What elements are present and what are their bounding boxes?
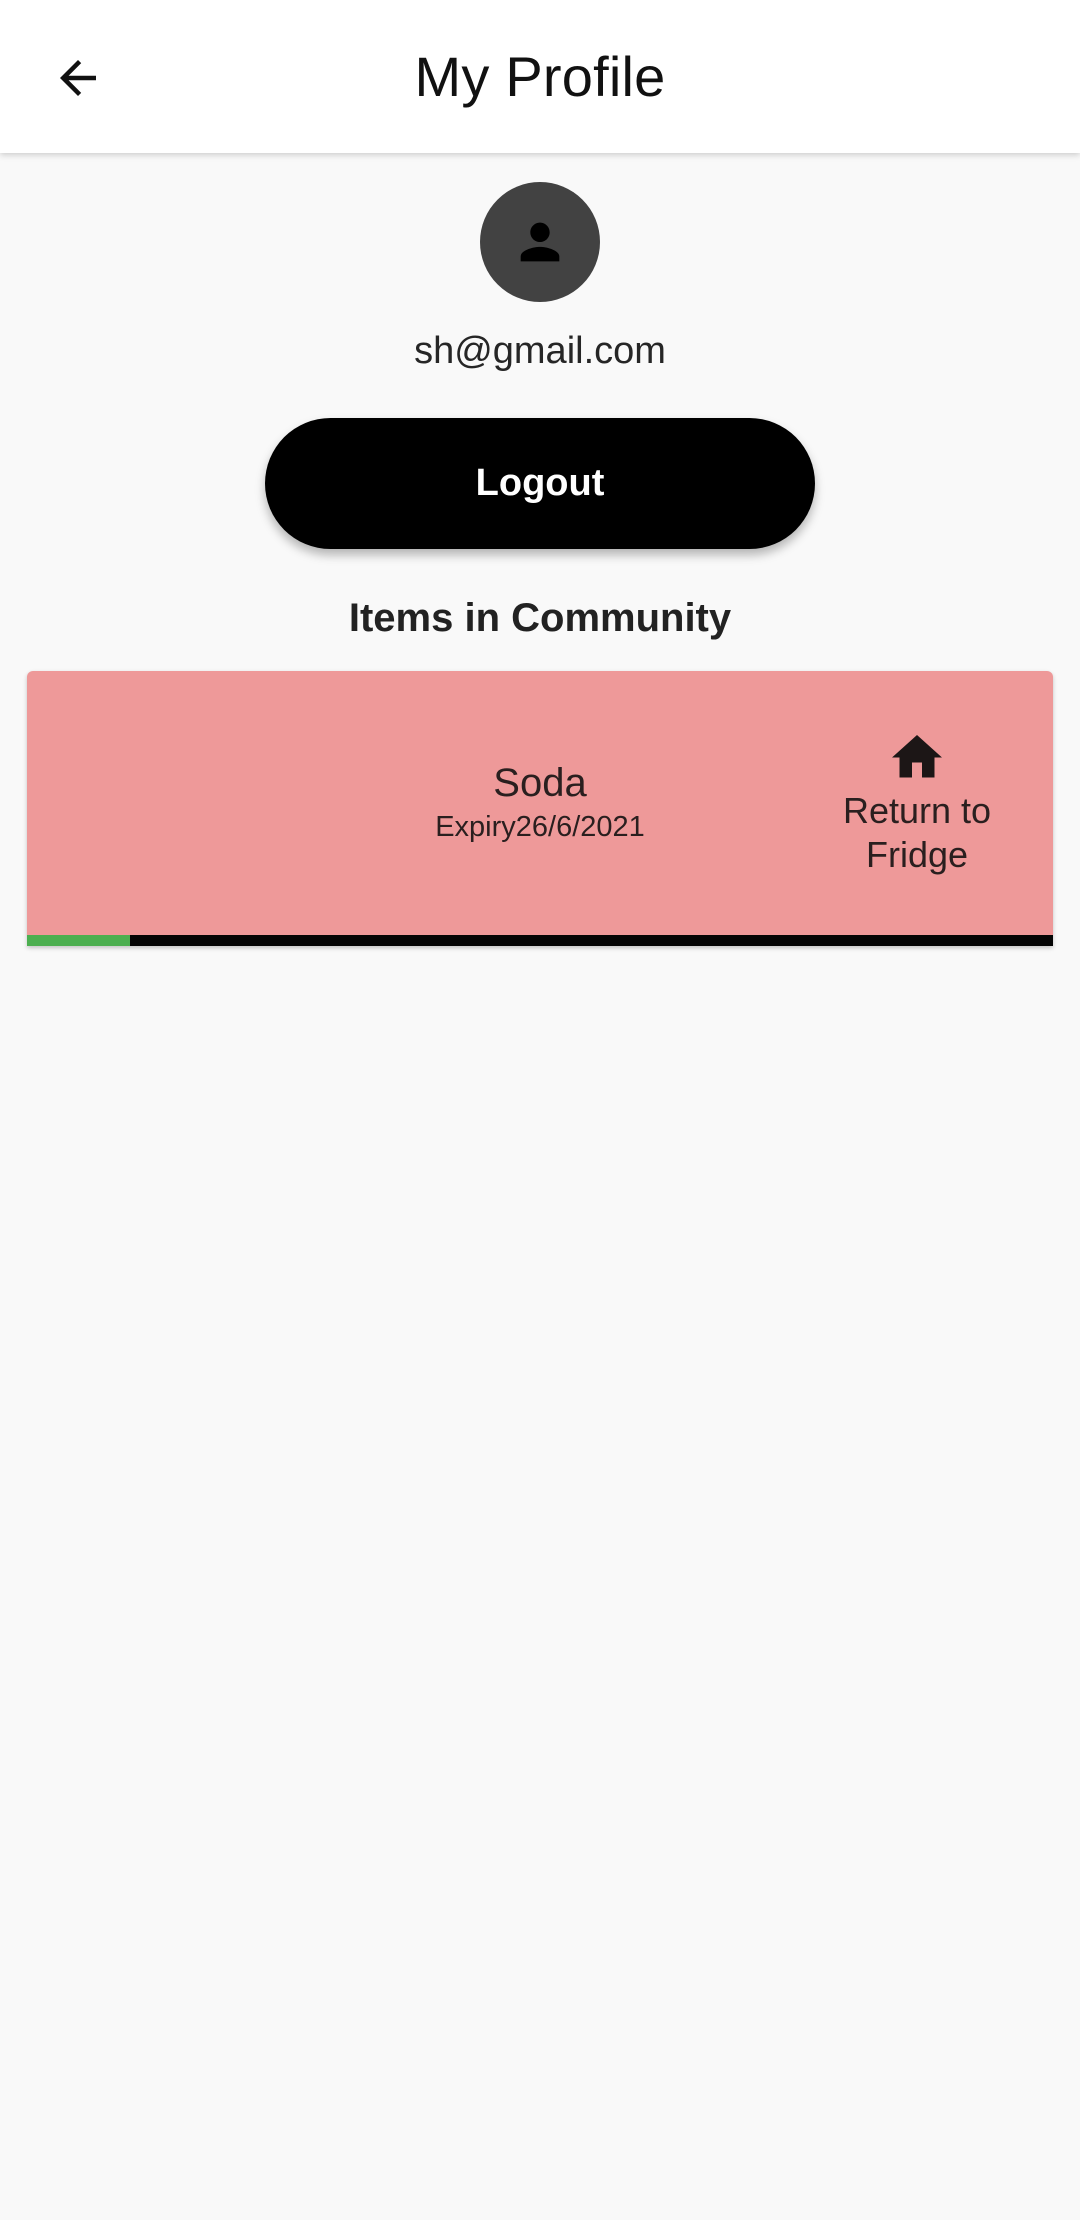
freshness-progress-fill bbox=[27, 935, 130, 946]
logout-button[interactable]: Logout bbox=[265, 418, 815, 549]
person-icon bbox=[520, 222, 560, 262]
profile-screen: My Profile sh@gmail.com Logout Items in … bbox=[0, 0, 1080, 2220]
avatar bbox=[480, 182, 600, 302]
return-to-fridge-label: Return to Fridge bbox=[842, 790, 992, 875]
return-to-fridge-button[interactable]: Return to Fridge bbox=[817, 727, 1017, 887]
section-title-community-items: Items in Community bbox=[348, 596, 732, 640]
app-bar: My Profile bbox=[0, 0, 1080, 153]
home-icon bbox=[892, 735, 942, 778]
freshness-progress-bar bbox=[27, 935, 1053, 946]
community-item-card: Soda Expiry26/6/2021 Return to Fridge bbox=[27, 671, 1053, 946]
page-title: My Profile bbox=[414, 45, 666, 108]
user-email: sh@gmail.com bbox=[414, 330, 666, 372]
